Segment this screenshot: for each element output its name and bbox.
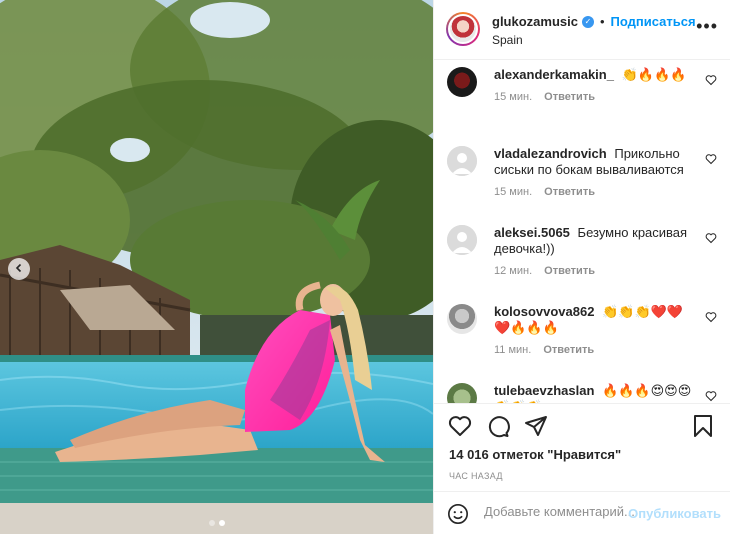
author-username[interactable]: glukozamusic	[492, 14, 578, 29]
share-paper-plane-icon[interactable]	[524, 414, 548, 438]
carousel-dot-active	[218, 520, 225, 526]
author-name-row: glukozamusic ✓ • Подписаться	[492, 14, 696, 29]
comment-item: alexanderkamakin_ 👏🔥🔥🔥 15 мин. Ответить	[434, 61, 730, 140]
post-side-panel: glukozamusic ✓ • Подписаться Spain ••• a…	[433, 0, 730, 534]
comment-item: aleksei.5065 Безумно красивая девочка!))…	[434, 219, 730, 298]
post-actions: 14 016 отметок "Нравится" ЧАС НАЗАД	[434, 403, 730, 491]
follow-button[interactable]: Подписаться	[611, 14, 696, 29]
reply-button[interactable]: Ответить	[544, 91, 595, 103]
comments-list[interactable]: alexanderkamakin_ 👏🔥🔥🔥 15 мин. Ответить …	[434, 61, 730, 403]
add-comment-bar: Опубликовать	[434, 491, 730, 534]
like-comment-heart-icon[interactable]	[705, 390, 717, 402]
like-comment-heart-icon[interactable]	[705, 74, 717, 86]
comment-time: 11 мин.	[494, 344, 532, 356]
comment-item: kolosovvova862 👏👏👏❤️❤️❤️🔥🔥🔥 11 мин. Отве…	[434, 298, 730, 377]
comment-input[interactable]	[484, 504, 634, 519]
bookmark-icon[interactable]	[691, 414, 715, 438]
verified-badge-icon: ✓	[581, 15, 594, 28]
comment-body: kolosovvova862 👏👏👏❤️❤️❤️🔥🔥🔥	[494, 304, 697, 336]
comment-item: tulebaevzhaslan 🔥🔥🔥😍😍😍👏👏👏	[434, 377, 730, 403]
post-photo	[0, 0, 433, 534]
more-options-icon[interactable]: •••	[696, 17, 718, 35]
comment-time: 15 мин.	[494, 91, 533, 103]
carousel-dot	[208, 520, 215, 526]
separator-dot: •	[599, 14, 605, 29]
commenter-avatar[interactable]	[447, 304, 477, 334]
commenter-avatar[interactable]	[447, 225, 477, 255]
comment-body: alexanderkamakin_ 👏🔥🔥🔥	[494, 67, 697, 83]
post-time: ЧАС НАЗАД	[449, 471, 503, 481]
commenter-avatar[interactable]	[447, 383, 477, 403]
comment-meta: 11 мин. Ответить	[494, 344, 697, 356]
likes-count[interactable]: 14 016 отметок "Нравится"	[449, 447, 621, 462]
like-comment-heart-icon[interactable]	[705, 153, 717, 165]
like-heart-icon[interactable]	[448, 414, 472, 438]
commenter-avatar[interactable]	[447, 146, 477, 176]
reply-button[interactable]: Ответить	[544, 186, 595, 198]
post-location[interactable]: Spain	[492, 33, 523, 47]
emoji-smiley-icon[interactable]	[447, 503, 469, 525]
comment-body: vladalezandrovich Прикольно сиськи по бо…	[494, 146, 697, 178]
comment-item: vladalezandrovich Прикольно сиськи по бо…	[434, 140, 730, 219]
comment-time: 12 мин.	[494, 265, 533, 277]
like-comment-heart-icon[interactable]	[705, 311, 717, 323]
comment-bubble-icon[interactable]	[486, 414, 510, 438]
commenter-avatar[interactable]	[447, 67, 477, 97]
reply-button[interactable]: Ответить	[543, 344, 594, 356]
like-comment-heart-icon[interactable]	[705, 232, 717, 244]
comment-meta: 12 мин. Ответить	[494, 265, 697, 277]
comment-meta: 15 мин. Ответить	[494, 186, 697, 198]
comment-meta: 15 мин. Ответить	[494, 91, 697, 103]
pool-scene-image	[0, 0, 433, 534]
comment-time: 15 мин.	[494, 186, 533, 198]
reply-button[interactable]: Ответить	[544, 265, 595, 277]
comment-username[interactable]: vladalezandrovich	[494, 146, 607, 161]
carousel-dots	[0, 520, 433, 526]
publish-button[interactable]: Опубликовать	[628, 506, 721, 521]
comment-username[interactable]: kolosovvova862	[494, 304, 594, 319]
author-avatar[interactable]	[446, 12, 480, 46]
comment-username[interactable]: aleksei.5065	[494, 225, 570, 240]
comment-text: 👏🔥🔥🔥	[621, 67, 687, 82]
comment-username[interactable]: tulebaevzhaslan	[494, 383, 594, 398]
comment-body: aleksei.5065 Безумно красивая девочка!))	[494, 225, 697, 257]
comment-body: tulebaevzhaslan 🔥🔥🔥😍😍😍👏👏👏	[494, 383, 697, 403]
action-icons	[448, 414, 548, 438]
comment-username[interactable]: alexanderkamakin_	[494, 67, 614, 82]
chevron-left-icon	[14, 260, 24, 278]
previous-slide-button[interactable]	[8, 258, 30, 280]
post-header: glukozamusic ✓ • Подписаться Spain •••	[434, 0, 730, 60]
